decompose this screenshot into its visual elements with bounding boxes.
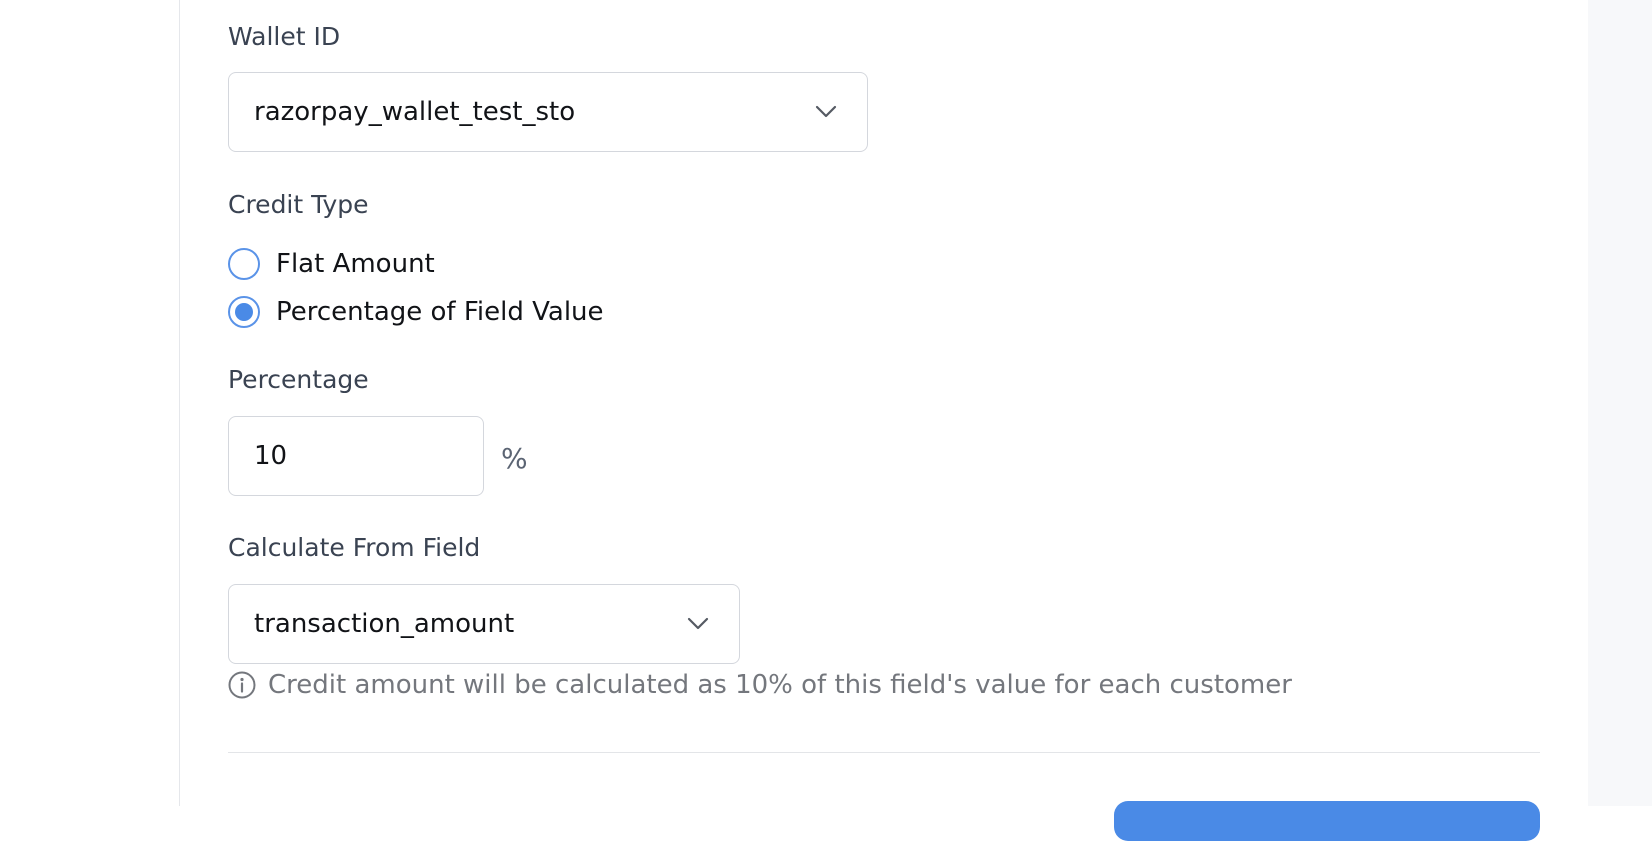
calculate-from-field-label: Calculate From Field — [228, 533, 481, 562]
hint-text: Credit amount will be calculated as 10% … — [268, 670, 1292, 700]
percentage-input[interactable]: 10 — [228, 416, 484, 496]
radio-button[interactable] — [228, 248, 260, 280]
primary-action-button[interactable] — [1114, 801, 1540, 841]
calculate-from-field-select[interactable]: transaction_amount — [228, 584, 740, 664]
percent-suffix: % — [501, 442, 528, 475]
radio-button-selected[interactable] — [228, 296, 260, 328]
divider — [228, 752, 1540, 753]
wallet-id-select[interactable]: razorpay_wallet_test_sto — [228, 72, 868, 152]
credit-type-label: Credit Type — [228, 190, 369, 219]
credit-form: Wallet ID razorpay_wallet_test_sto Credi… — [228, 0, 1540, 841]
percentage-label: Percentage — [228, 365, 369, 394]
wallet-id-value: razorpay_wallet_test_sto — [254, 97, 576, 127]
calculate-from-field-value: transaction_amount — [254, 609, 515, 639]
wallet-id-label: Wallet ID — [228, 22, 341, 51]
right-panel — [1588, 0, 1652, 806]
left-panel — [0, 0, 180, 806]
radio-label-flat-amount: Flat Amount — [276, 249, 435, 279]
chevron-down-icon — [815, 105, 837, 118]
radio-label-percentage: Percentage of Field Value — [276, 297, 604, 327]
percentage-value: 10 — [254, 441, 288, 471]
info-icon — [228, 671, 256, 699]
chevron-down-icon — [687, 617, 709, 630]
